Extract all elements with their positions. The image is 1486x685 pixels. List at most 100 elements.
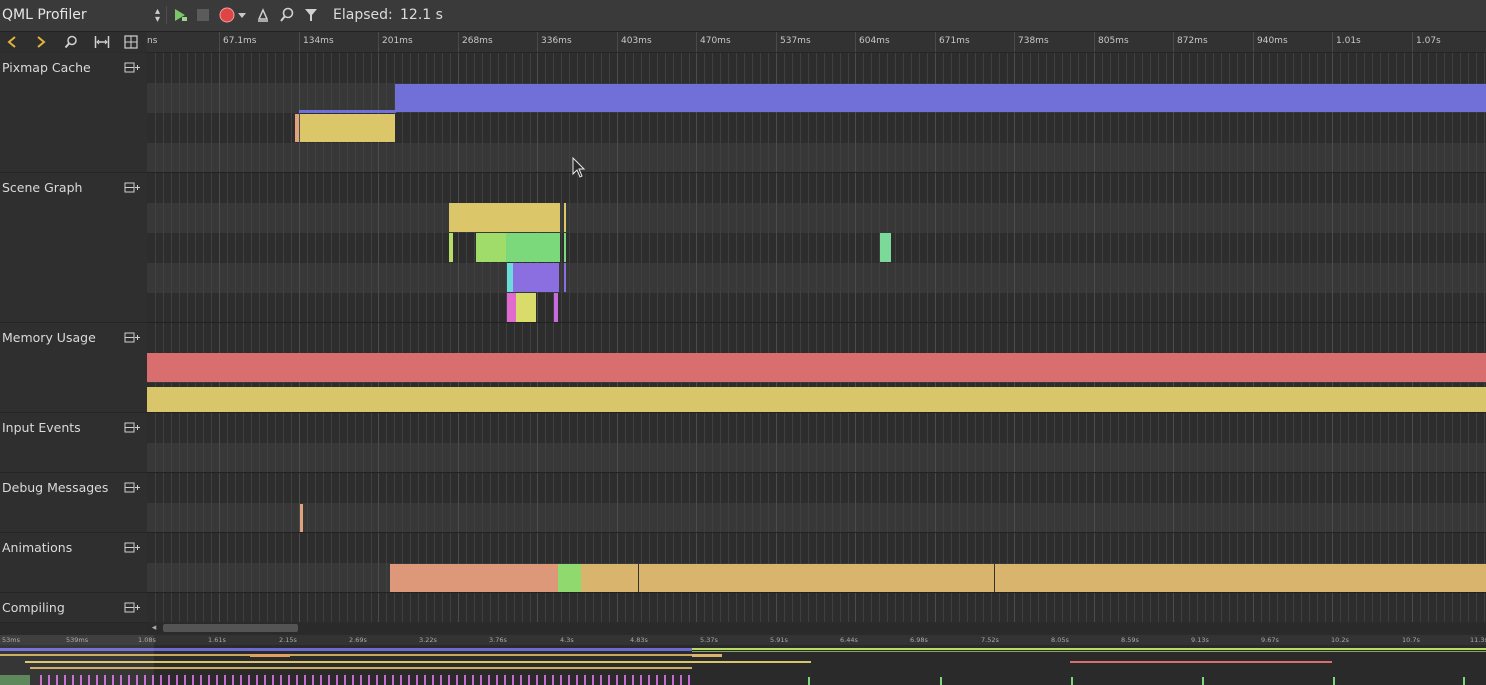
debug-message-event[interactable] [300,504,303,532]
scene-graph-event[interactable] [564,233,566,262]
record-icon [219,7,235,23]
timeline-nav-bar [0,32,147,52]
overview-tick-label: 8.59s [1121,636,1139,644]
overview-tick-label: 8.05s [1051,636,1069,644]
category-label: Debug Messages [2,480,109,495]
scene-graph-event[interactable] [564,203,566,232]
filter-button[interactable] [301,5,321,25]
expand-category-icon[interactable] [124,61,140,75]
elapsed-value: 12.1 s [400,7,443,23]
ruler-tick-label: 1.01s [1336,36,1361,46]
expand-category-icon[interactable] [124,541,140,555]
stop-button[interactable] [193,5,213,25]
pixmap-cache-event[interactable] [295,114,299,142]
ruler-tick [299,32,300,52]
zoom-button[interactable] [61,33,81,51]
overview-tick-label: 10.2s [1331,636,1349,644]
timeline-overview[interactable]: 53ms 539ms 1.08s 1.61s 2.15s 2.69s 3.22s… [0,635,1486,685]
ruler-tick-label: 805ms [1098,36,1129,46]
expand-category-icon[interactable] [124,601,140,615]
category-scene-graph: Scene Graph [0,173,147,323]
ruler-tick-label: 671ms [939,36,970,46]
ruler-tick-label: 537ms [780,36,811,46]
ruler-tick-label: 67.1ms [223,36,257,46]
ruler-tick [1412,32,1413,52]
pixmap-cache-event[interactable] [395,84,1486,112]
animation-event[interactable] [558,564,581,592]
overview-ruler: 53ms 539ms 1.08s 1.61s 2.15s 2.69s 3.22s… [0,635,1486,645]
scene-graph-event[interactable] [880,233,891,262]
range-lock-button[interactable] [121,33,141,51]
profiler-toolbar: QML Profiler ▴ ▾ Elapsed: 12.1 s [0,0,1486,32]
expand-category-icon[interactable] [124,331,140,345]
timeline-horizontal-scrollbar[interactable]: ◂ [147,622,1486,634]
record-options-button[interactable] [236,5,248,25]
category-memory-usage: Memory Usage [0,323,147,413]
previous-event-button[interactable] [2,33,22,51]
category-input-events: Input Events [0,413,147,473]
ruler-tick-label: 134ms [303,36,334,46]
ruler-tick [537,32,538,52]
scene-graph-event[interactable] [449,233,453,262]
memory-usage-bar[interactable] [147,387,1486,412]
ruler-tick-label: 940ms [1257,36,1288,46]
category-label: Scene Graph [2,180,83,195]
ruler-tick-label: 403ms [621,36,652,46]
search-button[interactable] [277,5,297,25]
expand-category-icon[interactable] [124,481,140,495]
scene-graph-event[interactable] [564,263,566,292]
view-selector[interactable]: QML Profiler ▴ ▾ [0,4,164,27]
ruler-tick [696,32,697,52]
scene-graph-event[interactable] [506,233,560,262]
category-label: Compiling [2,600,65,615]
ruler-tick [935,32,936,52]
time-ruler[interactable]: ns 67.1ms 134ms 201ms 268ms 336ms 403ms … [147,32,1486,53]
scrollbar-thumb[interactable] [163,624,298,632]
ruler-tick [617,32,618,52]
overview-tick-label: 2.69s [349,636,367,644]
scene-graph-event[interactable] [516,293,536,322]
overview-tick-label: 5.91s [770,636,788,644]
ruler-tick [776,32,777,52]
scene-graph-event[interactable] [554,293,558,322]
search-icon [280,7,294,22]
expand-category-icon[interactable] [124,421,140,435]
view-selector-label: QML Profiler [2,7,87,23]
animation-event[interactable] [390,564,558,592]
ruler-tick-label: 201ms [382,36,413,46]
scene-graph-event[interactable] [449,203,560,232]
pixmap-cache-event[interactable] [300,114,395,142]
ruler-tick-label: 470ms [700,36,731,46]
pixmap-cache-event[interactable] [299,110,396,113]
animation-event-separator [994,564,995,592]
overview-tick-label: 4.83s [630,636,648,644]
overview-tick-label: 4.3s [560,636,574,644]
ruler-tick [378,32,379,52]
category-pixmap-cache: Pixmap Cache [0,53,147,173]
elapsed-label: Elapsed: [333,7,393,23]
range-select-button[interactable] [92,33,112,51]
category-labels: Pixmap Cache Scene Graph Memory Usage In… [0,53,147,623]
overview-graph [0,648,1486,685]
overview-selection-range[interactable] [0,635,154,685]
scroll-left-icon[interactable]: ◂ [147,622,161,634]
category-label: Animations [2,540,73,555]
expand-category-icon[interactable] [124,181,140,195]
memory-usage-bar[interactable] [147,353,1486,382]
clear-button[interactable] [253,5,273,25]
overview-tick-label: 1.61s [208,636,226,644]
overview-tick-label: 3.76s [489,636,507,644]
scene-graph-event[interactable] [507,293,516,322]
record-options-icon [238,13,246,18]
play-profiling-icon [175,9,187,21]
start-profiling-button[interactable] [170,5,190,25]
scene-graph-event[interactable] [476,233,506,262]
animation-event[interactable] [581,564,1486,592]
ruler-tick [855,32,856,52]
ruler-tick [458,32,459,52]
timeline-tracks[interactable] [147,53,1486,622]
next-event-button[interactable] [31,33,51,51]
scene-graph-event[interactable] [513,263,559,292]
ruler-tick-label: 336ms [541,36,572,46]
record-button[interactable] [217,5,237,25]
